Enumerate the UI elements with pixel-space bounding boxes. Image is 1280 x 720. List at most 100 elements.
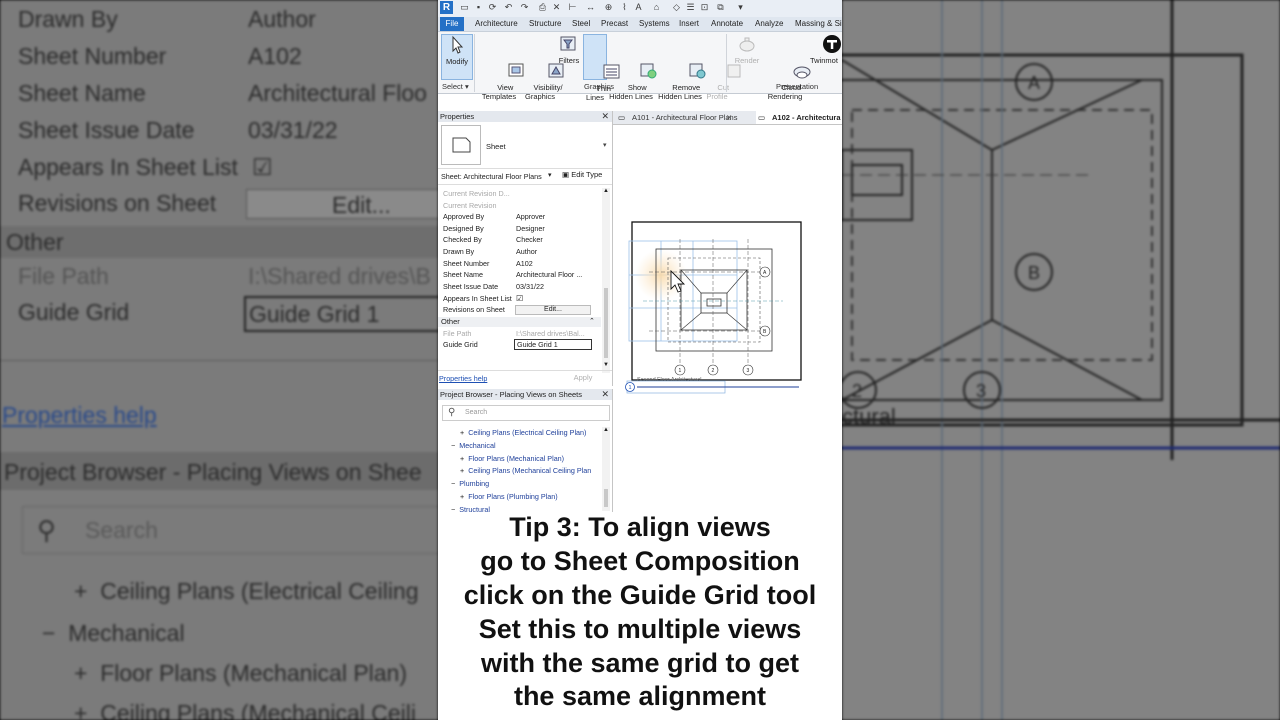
type-selector[interactable]: Sheet (486, 142, 506, 151)
tip-caption: Tip 3: To align views go to Sheet Compos… (438, 512, 842, 720)
browser-tree-item[interactable]: − Mechanical (451, 441, 496, 451)
modify-button[interactable]: Modify (441, 34, 473, 80)
twinmotion-button[interactable]: Twinmot (810, 34, 842, 65)
filters-icon (559, 34, 579, 54)
edit-type-button[interactable]: ▣ Edit Type (562, 170, 602, 179)
properties-header: Properties ✕ (438, 111, 612, 122)
drawing-canvas[interactable]: A B 1 2 3 Second Floor Architectural 1 (613, 125, 842, 513)
tab-steel[interactable]: Steel (572, 19, 590, 28)
cut-profile-icon (707, 52, 741, 78)
bg-label: Sheet Number (18, 43, 167, 69)
appears-in-sheet-list-checkbox[interactable]: ☑ (516, 293, 598, 304)
bg-value: A102 (248, 43, 302, 69)
view-tab-bar: ▭ A101 - Architectural Floor Plans ✕ ▭ A… (613, 111, 842, 125)
section-icon[interactable]: ◇ (672, 3, 681, 12)
properties-help-link[interactable]: Properties help (439, 374, 487, 383)
select-panel-dropdown[interactable]: Select ▾ (442, 82, 469, 91)
instance-filter-dropdown[interactable]: Sheet: Architectural Floor Plans (441, 172, 542, 181)
thin-lines-qat-icon[interactable]: ☰ (686, 3, 695, 12)
text-icon[interactable]: A (634, 3, 643, 12)
cloud-rendering-button[interactable]: Cloud Rendering (764, 34, 811, 110)
customize-qat-icon[interactable]: ▾ (736, 3, 745, 12)
view-tab-a102[interactable]: ▭ A102 - Architectura (756, 111, 842, 124)
thin-lines-button[interactable]: Thin Lines (583, 34, 620, 102)
filters-button[interactable]: Filters (557, 34, 581, 65)
browser-tree-item[interactable]: + Floor Plans (Plumbing Plan) (460, 492, 558, 502)
redo-icon[interactable]: ↷ (520, 3, 529, 12)
bg-value: Author (248, 6, 316, 32)
browser-search-input[interactable]: ⚲ Search (442, 405, 610, 421)
sheet-icon: ▭ (618, 113, 626, 122)
browser-tree-item[interactable]: + Ceiling Plans (Electrical Ceiling Plan… (460, 428, 586, 438)
browser-tree-item[interactable]: + Ceiling Plans (Mechanical Ceiling Plan (460, 466, 591, 476)
open-icon[interactable]: ▭ (460, 3, 469, 12)
tab-file[interactable]: File (440, 17, 464, 31)
project-browser: Project Browser - Placing Views on Sheet… (438, 389, 613, 514)
measure-icon[interactable]: ⊢ (568, 3, 577, 12)
browser-scrollbar[interactable]: ▲ (602, 427, 610, 511)
sheet-type-icon (441, 125, 481, 165)
close-icon[interactable]: ✕ (552, 3, 561, 12)
tab-systems[interactable]: Systems (639, 19, 670, 28)
properties-palette: Properties ✕ Sheet ▾ Sheet: Architectura… (438, 111, 613, 386)
apply-button[interactable]: Apply (562, 373, 604, 383)
undo-icon[interactable]: ↶ (504, 3, 513, 12)
instance-filter-row: Sheet: Architectural Floor Plans ▾ ▣ Edi… (438, 168, 612, 185)
collapse-icon: ⌃ (589, 318, 595, 325)
property-row: Sheet Name Architectural Floor ... (443, 270, 583, 279)
visibility-graphics-icon (530, 52, 564, 78)
dimension-icon[interactable]: ↔ (586, 3, 595, 12)
close-hidden-icon[interactable]: ⊡ (700, 3, 709, 12)
show-hidden-lines-button[interactable]: Show Hidden Lines (608, 34, 657, 110)
save-icon[interactable]: ▪ (474, 3, 483, 12)
sync-icon[interactable]: ⟳ (488, 3, 497, 12)
tab-analyze[interactable]: Analyze (755, 19, 783, 28)
chevron-down-icon[interactable]: ▾ (603, 141, 607, 149)
visibility-graphics-button[interactable]: Visibility/ Graphics (521, 34, 564, 110)
property-row: Guide Grid Guide Grid 1 (438, 339, 601, 350)
bg-value: Architectural Floo (248, 80, 427, 106)
3d-view-icon[interactable]: ⌂ (652, 3, 661, 12)
bg-checkbox: ☑ (252, 154, 273, 180)
property-row: Checked By Checker (443, 235, 543, 244)
revisions-edit-button[interactable]: Edit... (515, 305, 591, 315)
view-templates-button[interactable]: View Templates (480, 34, 524, 110)
property-row: Designed By Designer (443, 224, 545, 233)
tab-precast[interactable]: Precast (601, 19, 628, 28)
revit-logo[interactable]: R (440, 1, 453, 14)
tab-massing[interactable]: Massing & Si (795, 19, 842, 28)
browser-tree-item[interactable]: − Plumbing (451, 479, 489, 489)
remove-hidden-lines-button[interactable]: Remove Hidden Lines (656, 34, 706, 110)
close-icon[interactable]: ✕ (601, 111, 609, 122)
bg-tree-item: + Ceiling Plans (Electrical Ceiling (74, 578, 419, 604)
close-icon[interactable]: ✕ (726, 111, 732, 124)
caption-line: Set this to multiple views (478, 614, 802, 644)
chevron-down-icon[interactable]: ▾ (548, 171, 552, 179)
thin-lines-icon (585, 53, 620, 79)
tag-icon[interactable]: ⊕ (604, 3, 613, 12)
guide-grid-field[interactable]: Guide Grid 1 (514, 339, 592, 350)
tab-insert[interactable]: Insert (679, 19, 699, 28)
svg-text:1: 1 (629, 385, 632, 391)
bg-label: Drawn By (18, 6, 118, 32)
print-icon[interactable]: ⎙ (538, 3, 547, 12)
background-properties-zoom: Drawn By Author Sheet Number A102 Sheet … (0, 0, 438, 720)
properties-scrollbar[interactable]: ▲ ▼ (602, 188, 610, 373)
property-row: Current Revision D... (443, 189, 510, 198)
tab-architecture[interactable]: Architecture (475, 19, 518, 28)
bg-edit-button: Edit... (246, 189, 438, 219)
switch-windows-icon[interactable]: ⧉ (716, 3, 725, 12)
tab-annotate[interactable]: Annotate (711, 19, 743, 28)
other-group-header[interactable]: Other ⌃ (438, 317, 601, 327)
close-icon[interactable]: ✕ (601, 389, 609, 400)
svg-text:3: 3 (747, 368, 750, 374)
render-button[interactable]: Render (732, 34, 762, 65)
browser-tree-item[interactable]: + Floor Plans (Mechanical Plan) (460, 454, 564, 464)
bg-label: File Path (18, 263, 109, 289)
background-drawing-zoom: A B 2 3 ctural (842, 0, 1280, 720)
bg-browser-header: Project Browser - Placing Views on Shee (0, 452, 438, 490)
tab-structure[interactable]: Structure (529, 19, 561, 28)
property-row: Current Revision (443, 201, 497, 210)
detail-line-icon[interactable]: ⌇ (620, 3, 629, 12)
view-tab-a101[interactable]: ▭ A101 - Architectural Floor Plans ✕ (616, 111, 752, 124)
